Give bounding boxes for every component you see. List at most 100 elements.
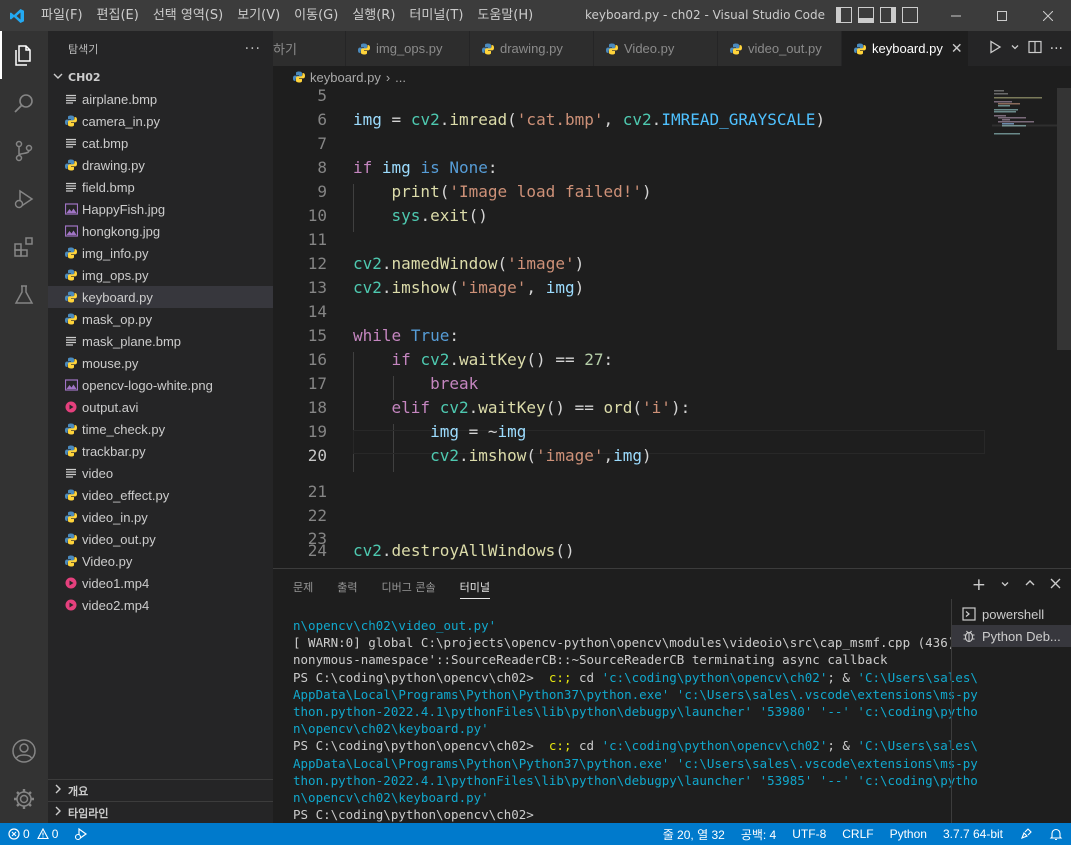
- tab-img-ops[interactable]: img_ops.py: [346, 31, 470, 66]
- file-item[interactable]: airplane.bmp: [48, 88, 273, 110]
- customize-layout-icon[interactable]: [902, 7, 918, 23]
- timeline-section[interactable]: 타임라인: [48, 801, 273, 823]
- notifications-bell-icon[interactable]: [1041, 827, 1071, 841]
- tab-partial[interactable]: 하기: [273, 31, 346, 66]
- file-item[interactable]: cat.bmp: [48, 132, 273, 154]
- cursor-position[interactable]: 줄 20, 열 32: [655, 826, 733, 843]
- close-panel-icon[interactable]: [1050, 577, 1061, 593]
- maximize-panel-chevron-up-icon[interactable]: [1024, 577, 1036, 593]
- file-label: img_info.py: [82, 245, 149, 261]
- file-item[interactable]: Video.py: [48, 550, 273, 572]
- file-item[interactable]: drawing.py: [48, 154, 273, 176]
- explorer-sidebar: 탐색기 ··· CH02 airplane.bmp camera_in.py cat…: [48, 31, 273, 823]
- toggle-sidebar-icon[interactable]: [836, 7, 852, 23]
- toggle-panel-icon[interactable]: [858, 7, 874, 23]
- file-item[interactable]: img_ops.py: [48, 264, 273, 286]
- file-item[interactable]: mouse.py: [48, 352, 273, 374]
- python-interpreter[interactable]: 3.7.7 64-bit: [935, 827, 1011, 841]
- file-item[interactable]: video_in.py: [48, 506, 273, 528]
- account-icon[interactable]: [0, 727, 48, 775]
- file-item[interactable]: trackbar.py: [48, 440, 273, 462]
- settings-gear-icon[interactable]: [0, 775, 48, 823]
- source-control-icon[interactable]: [0, 127, 48, 175]
- more-actions-icon[interactable]: ···: [1050, 41, 1063, 57]
- line-number: 5: [317, 88, 327, 105]
- file-item[interactable]: img_info.py: [48, 242, 273, 264]
- terminal-item-powershell[interactable]: powershell: [952, 603, 1071, 625]
- file-item[interactable]: keyboard.py: [48, 286, 273, 308]
- file-item[interactable]: time_check.py: [48, 418, 273, 440]
- file-item[interactable]: opencv-logo-white.png: [48, 374, 273, 396]
- folder-ch02[interactable]: CH02: [48, 66, 273, 88]
- menu-edit[interactable]: 편집(E): [90, 0, 146, 31]
- tab-problems[interactable]: 문제: [293, 579, 313, 595]
- file-item[interactable]: video_effect.py: [48, 484, 273, 506]
- close-window-icon[interactable]: [1025, 0, 1071, 31]
- debug-launch-icon[interactable]: [74, 827, 88, 841]
- split-editor-icon[interactable]: [1028, 40, 1042, 58]
- scrollbar-thumb[interactable]: [1057, 88, 1071, 350]
- tab-output[interactable]: 출력: [337, 579, 357, 595]
- end-of-line[interactable]: CRLF: [834, 827, 881, 841]
- file-item[interactable]: HappyFish.jpg: [48, 198, 273, 220]
- run-python-icon[interactable]: [988, 39, 1002, 58]
- search-icon[interactable]: [0, 79, 48, 127]
- file-item[interactable]: video1.mp4: [48, 572, 273, 594]
- file-item[interactable]: camera_in.py: [48, 110, 273, 132]
- run-dropdown-chevron-icon[interactable]: [1010, 41, 1020, 56]
- maximize-icon[interactable]: [979, 0, 1025, 31]
- menu-selection[interactable]: 선택 영역(S): [146, 0, 230, 31]
- toggle-secondary-sidebar-icon[interactable]: [880, 7, 896, 23]
- extensions-icon[interactable]: [0, 223, 48, 271]
- outline-section[interactable]: 개요: [48, 779, 273, 801]
- terminal-dropdown-chevron-icon[interactable]: [1000, 577, 1010, 593]
- menu-help[interactable]: 도움말(H): [470, 0, 540, 31]
- terminal-output[interactable]: n\opencv\ch02\video_out.py' [ WARN:0] glo…: [293, 617, 978, 823]
- file-item[interactable]: video: [48, 462, 273, 484]
- editor-scrollbar[interactable]: [1057, 88, 1071, 562]
- menu-go[interactable]: 이동(G): [287, 0, 345, 31]
- line-number: 12: [307, 254, 327, 273]
- explorer-title: 탐색기: [68, 42, 99, 56]
- file-label: HappyFish.jpg: [82, 201, 166, 217]
- more-actions-icon[interactable]: ···: [245, 41, 261, 57]
- minimap[interactable]: [992, 88, 1057, 148]
- file-item[interactable]: hongkong.jpg: [48, 220, 273, 242]
- menu-view[interactable]: 보기(V): [230, 0, 287, 31]
- file-item[interactable]: video_out.py: [48, 528, 273, 550]
- code-editor[interactable]: 5 6 img = cv2.imread('cat.bmp', cv2.IMREA…: [273, 88, 1071, 562]
- menu-file[interactable]: 파일(F): [34, 0, 90, 31]
- file-item[interactable]: field.bmp: [48, 176, 273, 198]
- line-number: 16: [307, 350, 327, 369]
- file-item[interactable]: mask_op.py: [48, 308, 273, 330]
- explorer-icon[interactable]: [0, 31, 48, 79]
- terminal-line: thon.python-2022.4.1\pythonFiles\lib\pyt…: [293, 772, 978, 788]
- minimize-icon[interactable]: [933, 0, 979, 31]
- language-mode[interactable]: Python: [882, 827, 935, 841]
- terminal-item-python-debug[interactable]: Python Deb...: [952, 625, 1071, 647]
- run-debug-icon[interactable]: [0, 175, 48, 223]
- tab-video-out[interactable]: video_out.py: [718, 31, 842, 66]
- tab-drawing[interactable]: drawing.py: [470, 31, 594, 66]
- encoding[interactable]: UTF-8: [784, 827, 834, 841]
- tab-label: 하기: [273, 42, 297, 57]
- menu-run[interactable]: 실행(R): [345, 0, 402, 31]
- indentation[interactable]: 공백: 4: [733, 826, 784, 843]
- file-item[interactable]: output.avi: [48, 396, 273, 418]
- tab-video[interactable]: Video.py: [594, 31, 718, 66]
- menu-terminal[interactable]: 터미널(T): [402, 0, 470, 31]
- python-icon: [64, 422, 78, 436]
- tab-terminal[interactable]: 터미널: [459, 575, 490, 599]
- breadcrumb-file[interactable]: keyboard.py: [310, 70, 381, 85]
- problems-status[interactable]: 0 0: [8, 827, 58, 841]
- testing-flask-icon[interactable]: [0, 271, 48, 319]
- feedback-icon[interactable]: [1011, 827, 1041, 841]
- file-item[interactable]: mask_plane.bmp: [48, 330, 273, 352]
- breadcrumb-symbols[interactable]: ...: [395, 70, 406, 85]
- new-terminal-plus-icon[interactable]: +: [972, 577, 986, 594]
- close-tab-icon[interactable]: ✕: [951, 40, 963, 57]
- tab-debug-console[interactable]: 디버그 콘솔: [382, 579, 436, 595]
- python-icon: [64, 532, 78, 546]
- file-item[interactable]: video2.mp4: [48, 594, 273, 616]
- tab-keyboard[interactable]: keyboard.py ✕: [842, 31, 969, 66]
